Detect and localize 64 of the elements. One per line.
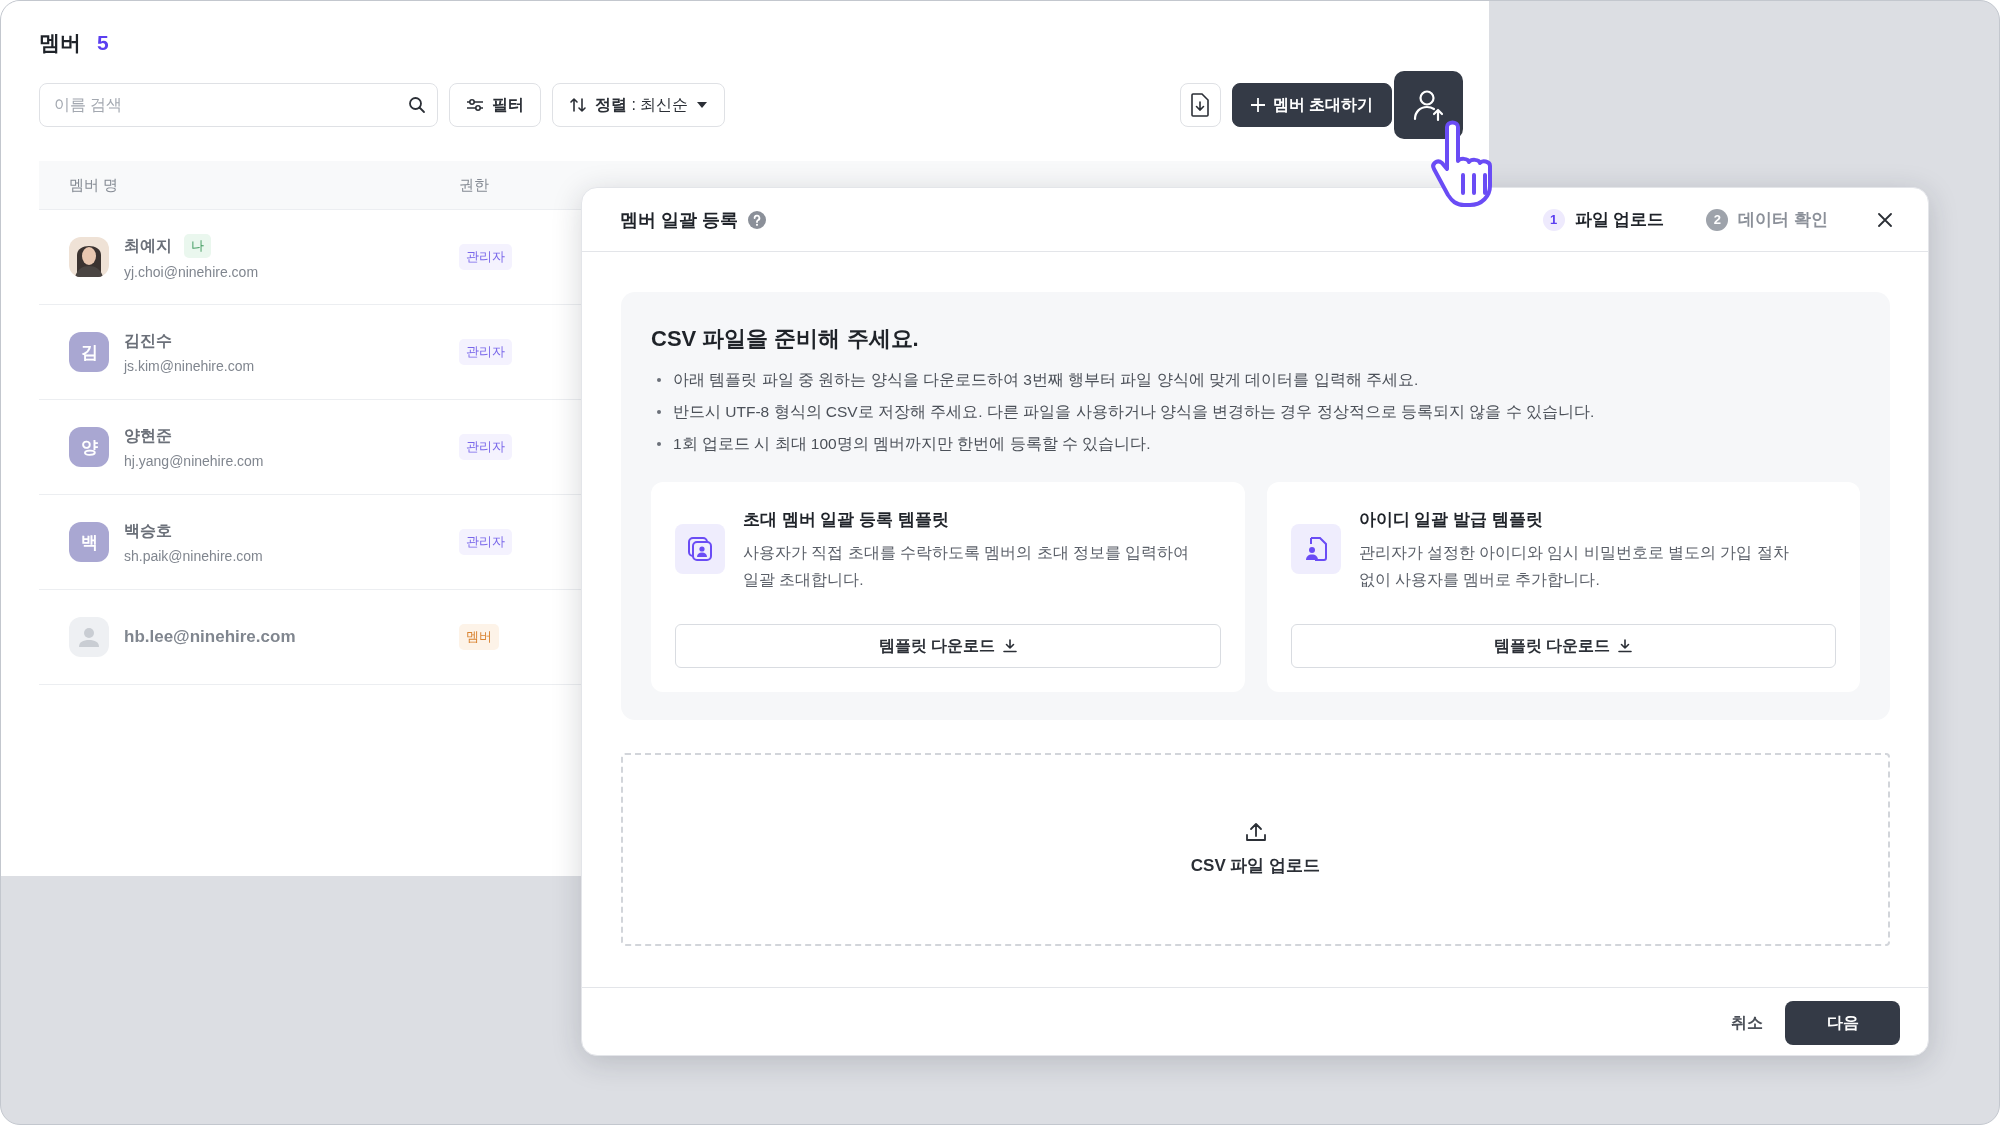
download-icon: [1002, 639, 1017, 653]
bullet-dot: [657, 378, 661, 382]
download-icon: [1618, 639, 1633, 653]
member-name: 백승호: [124, 520, 172, 541]
upload-label: CSV 파일 업로드: [1190, 855, 1321, 877]
invite-member-button[interactable]: 멤버 초대하기: [1231, 83, 1392, 127]
step-label: 파일 업로드: [1574, 209, 1665, 231]
sort-icon: [569, 97, 587, 113]
file-download-icon: [1190, 93, 1211, 117]
guide-title: CSV 파일을 준비해 주세요.: [651, 325, 920, 353]
member-count: 5: [97, 31, 109, 55]
role-badge: 관리자: [459, 529, 512, 555]
role-badge: 관리자: [459, 244, 512, 270]
filter-button[interactable]: 필터: [449, 83, 541, 127]
close-icon: [1878, 212, 1892, 227]
id-document-icon: [1290, 524, 1341, 574]
role-badge: 관리자: [459, 339, 512, 365]
member-email: yj.choi@ninehire.com: [124, 264, 259, 280]
member-email: sh.paik@ninehire.com: [124, 547, 263, 564]
caret-icon: [696, 101, 709, 109]
avatar-initial: 백: [69, 522, 109, 562]
step-number: 1: [1542, 208, 1565, 231]
avatar-initial: 김: [69, 332, 109, 372]
plus-icon: [1250, 98, 1265, 112]
template-title: 초대 멤버 일괄 등록 템플릿: [743, 509, 950, 531]
member-name: 최예지: [124, 235, 172, 256]
step-number: 2: [1706, 208, 1729, 231]
modal-title: 멤버 일괄 등록: [620, 208, 738, 232]
download-button[interactable]: [1179, 83, 1221, 127]
upload-icon: [1244, 822, 1267, 842]
user-placeholder-icon: [69, 617, 109, 657]
guide-text: 1회 업로드 시 최대 100명의 멤버까지만 한번에 등록할 수 있습니다.: [673, 433, 1151, 454]
guide-text: 아래 템플릿 파일 중 원하는 양식을 다운로드하여 3번째 행부터 파일 양식에 맞게 데이터를 입력해 주세요.: [673, 369, 1419, 390]
member-name: 김진수: [124, 330, 172, 351]
cancel-button[interactable]: 취소: [1727, 1004, 1767, 1042]
template-description: 관리자가 설정한 아이디와 임시 비밀번호로 별도의 가입 절차 없이 사용자를 멤버로 추가합니다.: [1358, 543, 1790, 590]
member-card-icon: [675, 524, 725, 574]
page-title: 멤버: [39, 30, 81, 56]
member-name: 양현준: [124, 425, 172, 446]
member-email: hb.lee@ninehire.com: [124, 627, 296, 647]
member-email: hj.yang@ninehire.com: [124, 452, 264, 469]
me-badge: 나: [184, 234, 211, 258]
role-badge: 멤버: [459, 624, 499, 650]
column-header: 멤버 명: [69, 175, 120, 195]
template-download-button[interactable]: 템플릿 다운로드: [675, 624, 1221, 668]
template-download-button[interactable]: 템플릿 다운로드: [1290, 624, 1836, 668]
sliders-icon: [466, 98, 484, 112]
member-email: js.kim@ninehire.com: [124, 357, 255, 374]
guide-text: 반드시 UTF-8 형식의 CSV로 저장해 주세요. 다른 파일을 사용하거나 양식을 변경하는 경우 정상적으로 등록되지 않을 수 있습니다.: [673, 401, 1595, 422]
template-description: 사용자가 직접 초대를 수락하도록 멤버의 초대 정보를 입력하여 일괄 초대합니다.: [743, 543, 1191, 590]
bullet-dot: [657, 442, 661, 446]
role-badge: 관리자: [459, 434, 512, 460]
bullet-dot: [657, 410, 661, 414]
user-upload-icon: [1411, 88, 1446, 122]
template-title: 아이디 일괄 발급 템플릿: [1358, 509, 1544, 531]
upload-dropzone[interactable]: CSV 파일 업로드: [621, 753, 1890, 946]
help-icon: [748, 210, 766, 229]
next-button[interactable]: 다음: [1785, 1001, 1900, 1045]
avatar-initial: 양: [69, 427, 109, 467]
column-header: 권한: [459, 175, 490, 195]
search-field[interactable]: 이름 검색: [39, 83, 438, 127]
step-label: 데이터 확인: [1738, 209, 1828, 231]
sort-dropdown[interactable]: 정렬 : 최신순: [552, 83, 726, 127]
search-icon: [408, 96, 426, 114]
